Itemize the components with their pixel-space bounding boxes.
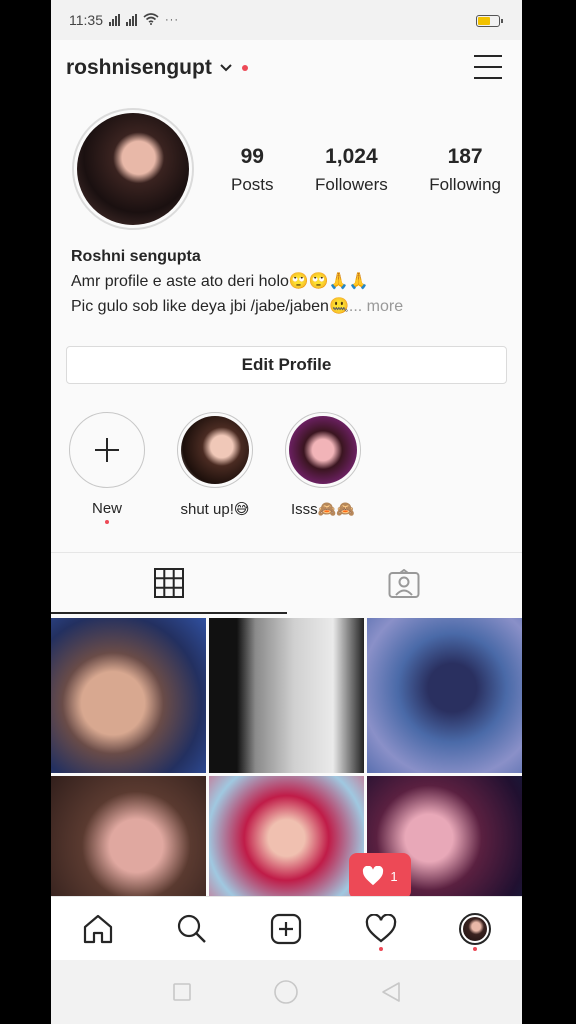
- signal-icon: [109, 14, 120, 26]
- status-time: 11:35: [69, 12, 103, 28]
- tab-grid[interactable]: [51, 553, 287, 614]
- post-grid: [51, 618, 522, 931]
- profile-tabs: [51, 552, 522, 614]
- profile-header: roshnisengupt: [51, 40, 522, 96]
- nav-profile[interactable]: [450, 904, 500, 954]
- highlight-new[interactable]: New: [67, 410, 147, 524]
- posts-count: 99: [240, 145, 264, 168]
- activity-dot: [378, 946, 383, 951]
- username[interactable]: roshnisengupt: [66, 56, 212, 80]
- highlight-label: shut up!😅: [180, 501, 250, 518]
- more-status-icon: ···: [165, 14, 179, 26]
- post-thumbnail[interactable]: [367, 618, 522, 773]
- grid-icon: [153, 567, 184, 598]
- stat-posts[interactable]: 99 Posts: [231, 145, 274, 195]
- home-icon: [83, 914, 113, 943]
- highlight-cover: [181, 416, 249, 484]
- notification-dot: [241, 65, 248, 71]
- stat-following[interactable]: 187 Following: [429, 145, 501, 195]
- posts-label: Posts: [231, 175, 274, 194]
- profile-stats: 99 Posts 1,024 Followers 187 Following: [231, 145, 501, 195]
- recent-apps-icon[interactable]: [172, 982, 192, 1002]
- chevron-down-icon[interactable]: [220, 61, 232, 75]
- highlight-label: New: [91, 500, 122, 517]
- new-dot: [105, 520, 109, 524]
- story-highlights: New shut up!😅 Isss🙈🙈: [67, 410, 363, 524]
- nav-new-post[interactable]: [261, 904, 311, 954]
- home-circle-icon[interactable]: [273, 979, 299, 1005]
- edit-profile-button[interactable]: Edit Profile: [66, 346, 507, 384]
- nav-home[interactable]: [73, 904, 123, 954]
- activity-notification-bubble[interactable]: 1: [349, 853, 411, 907]
- tab-tagged[interactable]: [287, 553, 523, 614]
- bottom-navigation: [51, 896, 522, 960]
- signal-icon-2: [126, 14, 137, 26]
- add-highlight-button[interactable]: [69, 412, 145, 488]
- plus-icon: [95, 438, 119, 462]
- highlight-cover: [289, 416, 357, 484]
- add-post-icon: [271, 913, 302, 944]
- stat-followers[interactable]: 1,024 Followers: [315, 145, 388, 195]
- back-triangle-icon[interactable]: [380, 981, 402, 1003]
- nav-activity[interactable]: [356, 904, 406, 954]
- post-thumbnail[interactable]: [51, 618, 206, 773]
- status-bar: 11:35 ···: [51, 0, 522, 40]
- following-label: Following: [429, 175, 501, 194]
- highlight-isss[interactable]: Isss🙈🙈: [283, 410, 363, 524]
- search-icon: [178, 914, 207, 943]
- bio-line-1: Amr profile e aste ato deri holo🙄🙄🙏🙏: [71, 273, 369, 290]
- followers-count: 1,024: [325, 145, 378, 168]
- heart-icon: [365, 913, 396, 942]
- highlight-shut-up[interactable]: shut up!😅: [175, 410, 255, 524]
- profile-name: Roshni sengupta: [71, 248, 201, 265]
- avatar-image: [77, 113, 189, 225]
- hamburger-menu-icon[interactable]: [474, 55, 502, 79]
- like-count: 1: [390, 868, 398, 884]
- followers-label: Followers: [314, 175, 388, 194]
- bio-line-2: Pic gulo sob like deya jbi /jabe/jaben🤐: [71, 298, 349, 315]
- nav-search[interactable]: [167, 904, 217, 954]
- post-thumbnail[interactable]: [209, 618, 364, 773]
- profile-dot: [472, 946, 477, 951]
- heart-filled-icon: [363, 866, 384, 886]
- highlight-label: Isss🙈🙈: [290, 501, 356, 518]
- instagram-profile-screen: 11:35 ··· roshnisengupt 99 Posts 1,024 F…: [51, 0, 522, 1024]
- tagged-person-icon: [388, 568, 420, 598]
- bio-more-link[interactable]: ... more: [349, 298, 403, 315]
- profile-avatar-icon: [458, 912, 491, 945]
- profile-avatar[interactable]: [72, 108, 194, 230]
- following-count: 187: [447, 145, 483, 168]
- battery-icon: [476, 15, 503, 27]
- profile-bio: Roshni sengupta Amr profile e aste ato d…: [71, 244, 511, 319]
- wifi-icon: [143, 12, 159, 28]
- system-navigation-bar: [51, 960, 522, 1024]
